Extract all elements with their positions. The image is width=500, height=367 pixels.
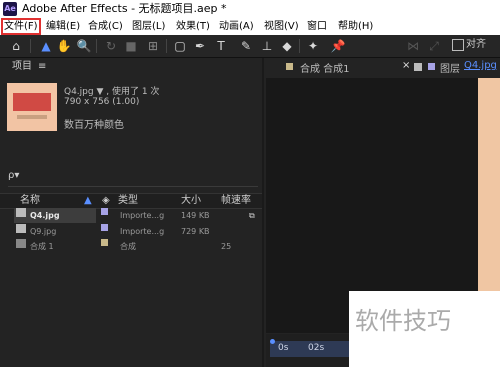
app-logo-icon: Ae xyxy=(3,2,17,16)
brush-tool-icon[interactable]: ✎ xyxy=(238,38,254,54)
local-axis-icon[interactable]: ⤢ xyxy=(426,38,442,54)
menu-help[interactable]: 帮助(H) xyxy=(336,19,375,34)
tab-layer-name[interactable]: Q4.jpg xyxy=(464,60,497,71)
panel-divider[interactable] xyxy=(262,58,264,367)
column-type[interactable]: 类型 xyxy=(118,194,138,208)
menu-animation[interactable]: 动画(A) xyxy=(217,19,256,34)
menu-effect[interactable]: 效果(T) xyxy=(174,19,212,34)
label-tag-icon[interactable]: ◈ xyxy=(102,194,110,208)
window-title: Adobe After Effects - 无标题项目.aep * xyxy=(22,2,227,15)
eraser-tool-icon[interactable]: ◆ xyxy=(279,38,295,54)
lock-icon[interactable] xyxy=(414,63,422,71)
selection-tool-icon[interactable]: ▲ xyxy=(38,38,54,54)
watermark-text: 软件技巧 xyxy=(355,307,451,335)
rectangle-tool-icon[interactable]: ▢ xyxy=(172,38,188,54)
column-fps[interactable]: 帧速率 xyxy=(221,194,251,208)
row-type: Importe...g xyxy=(120,227,165,236)
layer-label-swatch xyxy=(428,63,435,70)
item-dimensions: 790 x 756 (1.00) xyxy=(64,97,140,107)
composition-icon xyxy=(16,239,26,248)
tab-layer-prefix[interactable]: 图层 xyxy=(440,60,460,75)
row-name: 合成 1 xyxy=(30,242,54,251)
menu-view[interactable]: 视图(V) xyxy=(262,19,301,34)
clone-stamp-tool-icon[interactable]: ⊥ xyxy=(259,38,275,54)
close-icon[interactable]: × xyxy=(402,60,410,71)
menu-file[interactable]: 文件(F) xyxy=(1,18,41,35)
tab-composition[interactable]: 合成 合成1 xyxy=(300,60,350,75)
pen-tool-icon[interactable]: ✒ xyxy=(192,38,208,54)
menu-edit[interactable]: 编辑(E) xyxy=(44,19,82,34)
image-file-icon xyxy=(16,208,26,217)
table-row[interactable]: Q4.jpg Importe...g 149 KB ⧉ xyxy=(0,208,262,223)
playhead-icon[interactable] xyxy=(270,339,275,344)
row-size: 729 KB xyxy=(181,227,210,236)
flowchart-icon[interactable]: ⧉ xyxy=(249,208,255,223)
row-type: Importe...g xyxy=(120,211,165,220)
roto-brush-tool-icon[interactable]: ✦ xyxy=(305,38,321,54)
label-swatch[interactable] xyxy=(101,208,108,215)
menu-window[interactable]: 窗口 xyxy=(305,19,329,34)
menu-bar: 文件(F) 编辑(E) 合成(C) 图层(L) 效果(T) 动画(A) 视图(V… xyxy=(0,18,500,35)
label-swatch[interactable] xyxy=(101,239,108,246)
puppet-tool-icon[interactable]: 📌 xyxy=(330,38,346,54)
row-type: 合成 xyxy=(120,242,136,251)
project-panel-title: 项目 xyxy=(12,61,32,72)
snap-icon[interactable]: ⋈ xyxy=(405,38,421,54)
snapping-checkbox[interactable] xyxy=(452,39,464,51)
project-search-input[interactable]: ρ▾ xyxy=(8,170,258,187)
hand-tool-icon[interactable]: ✋ xyxy=(56,38,72,54)
title-bar: Ae Adobe After Effects - 无标题项目.aep * xyxy=(0,0,500,18)
row-name: Q4.jpg xyxy=(14,208,96,223)
item-thumbnail xyxy=(7,83,57,131)
pan-behind-tool-icon[interactable]: ⊞ xyxy=(145,38,161,54)
snapping-label: 对齐 xyxy=(466,39,486,50)
item-color-info: 数百万种颜色 xyxy=(64,120,124,131)
table-row[interactable]: 合成 1 合成 25 xyxy=(0,239,262,254)
viewer-tabs: 合成 合成1 × 图层 Q4.jpg xyxy=(264,58,500,78)
label-swatch[interactable] xyxy=(101,224,108,231)
panel-menu-icon[interactable]: ≡ xyxy=(38,58,46,76)
project-panel-header: 项目 ≡ xyxy=(0,58,262,76)
column-name[interactable]: 名称 xyxy=(20,194,40,208)
image-file-icon xyxy=(16,224,26,233)
text-tool-icon[interactable]: T xyxy=(213,38,229,54)
project-columns-header: 名称 ▲ ◈ 类型 大小 帧速率 xyxy=(0,193,262,209)
column-size[interactable]: 大小 xyxy=(181,194,201,208)
camera-tool-icon[interactable]: ■ xyxy=(123,38,139,54)
watermark: 软件技巧 xyxy=(349,291,500,367)
time-label-2: 02s xyxy=(308,343,325,353)
time-label-0: 0s xyxy=(278,343,289,353)
menu-layer[interactable]: 图层(L) xyxy=(130,19,167,34)
zoom-tool-icon[interactable]: 🔍 xyxy=(76,38,92,54)
rotate-tool-icon[interactable]: ↻ xyxy=(103,38,119,54)
row-size: 149 KB xyxy=(181,211,210,220)
comp-label-swatch xyxy=(286,63,293,70)
item-name-usage: Q4.jpg ▼ , 使用了 1 次 xyxy=(64,87,160,97)
home-icon[interactable]: ⌂ xyxy=(8,38,24,54)
menu-composition[interactable]: 合成(C) xyxy=(86,19,125,34)
row-name: Q9.jpg xyxy=(30,227,57,236)
sort-ascending-icon[interactable]: ▲ xyxy=(84,194,92,208)
toolbar: ⌂ ▲ ✋ 🔍 ↻ ■ ⊞ ▢ ✒ T ✎ ⊥ ◆ ✦ 📌 ⋈ ⤢ 对齐 xyxy=(0,35,500,58)
row-fps: 25 xyxy=(221,242,232,251)
table-row[interactable]: Q9.jpg Importe...g 729 KB xyxy=(0,224,262,239)
